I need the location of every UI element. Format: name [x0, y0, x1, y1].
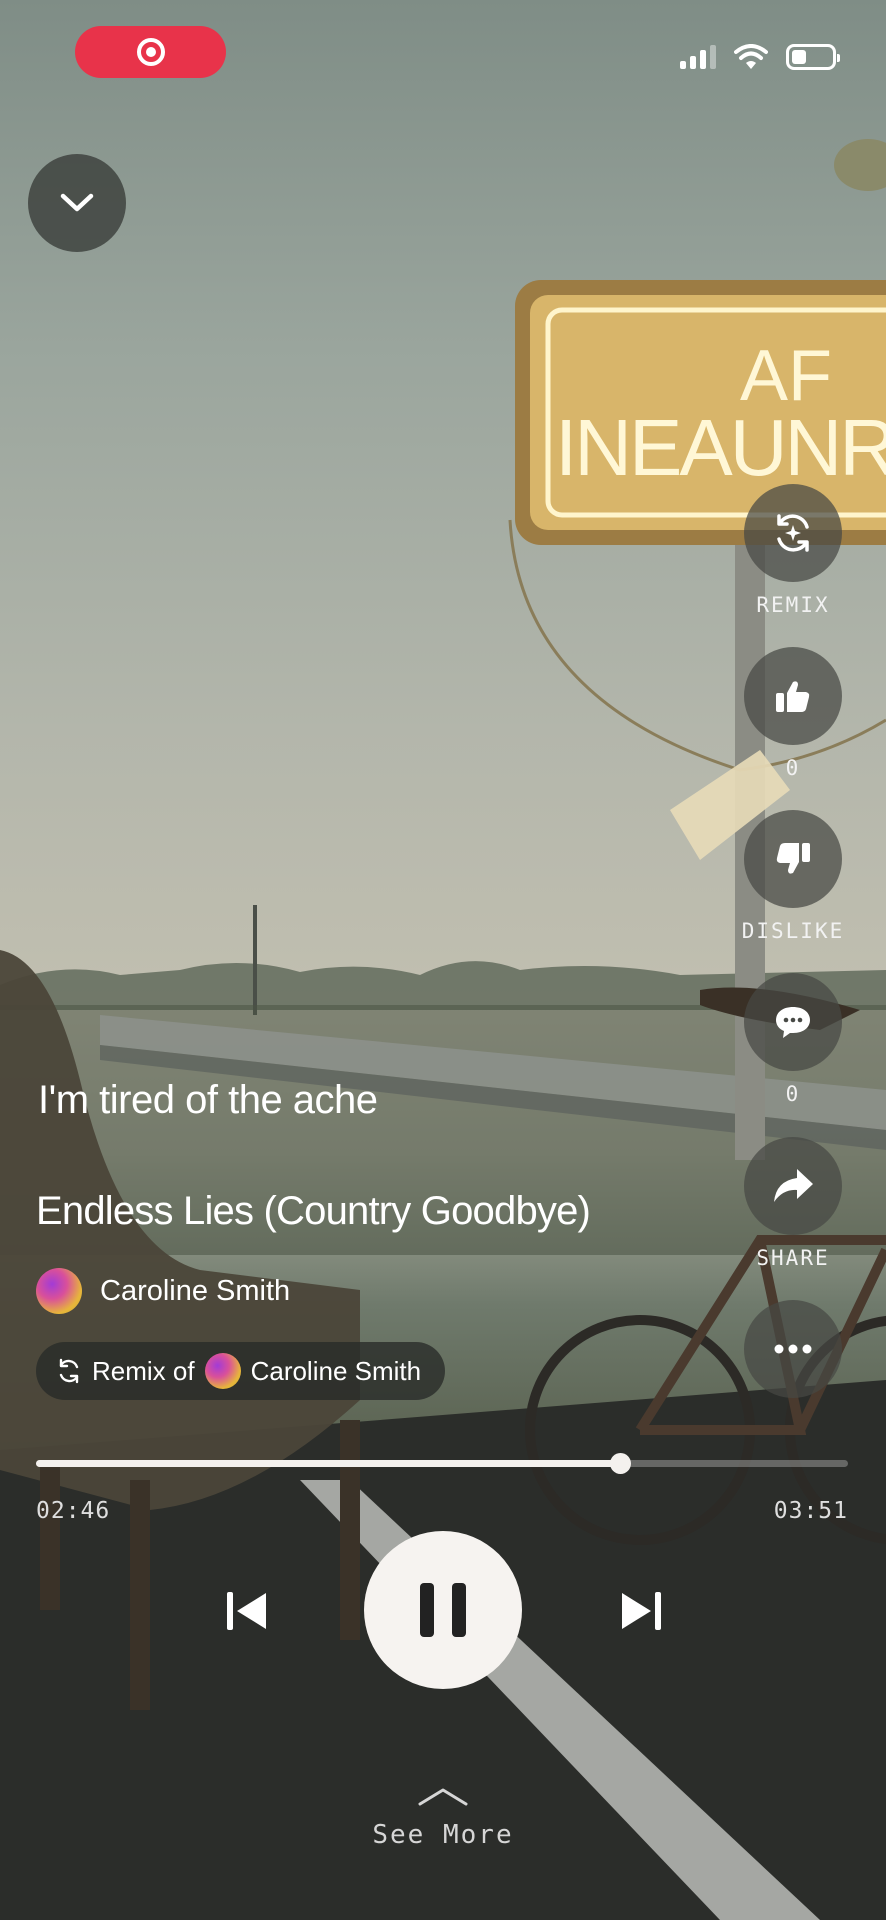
wifi-icon — [734, 44, 768, 69]
remix-icon — [59, 1358, 79, 1384]
screen-recording-indicator[interactable] — [75, 26, 226, 78]
see-more-button[interactable]: See More — [0, 1786, 886, 1850]
remix-label: REMIX — [756, 593, 830, 617]
share-button[interactable] — [744, 1137, 842, 1235]
next-track-button[interactable] — [616, 1588, 666, 1634]
comment-count: 0 — [785, 1082, 801, 1106]
comment-bubble-icon — [776, 1007, 810, 1038]
current-lyric-line: I'm tired of the ache — [38, 1078, 378, 1122]
song-title[interactable]: Endless Lies (Country Goodbye) — [36, 1189, 591, 1234]
elapsed-time: 02:46 — [36, 1498, 111, 1524]
remix-of-chip[interactable]: Remix of Caroline Smith — [36, 1342, 446, 1400]
chevron-down-icon — [60, 193, 94, 212]
pause-icon — [411, 1583, 475, 1637]
more-options-button[interactable] — [744, 1300, 842, 1398]
skip-next-icon — [622, 1592, 661, 1630]
more-dots-icon — [774, 1344, 812, 1354]
chevron-up-icon — [418, 1788, 468, 1806]
pause-button[interactable] — [364, 1531, 522, 1689]
remix-button[interactable] — [744, 484, 842, 582]
progress-fill — [36, 1460, 620, 1467]
svg-text:AF: AF — [740, 336, 832, 416]
playback-progress-bar[interactable] — [36, 1453, 848, 1474]
remix-sparkle-icon — [777, 514, 809, 552]
total-duration: 03:51 — [773, 1498, 848, 1524]
artist-row[interactable]: Caroline Smith — [36, 1268, 290, 1314]
player-screen: AF INEAUNRO — [0, 0, 886, 1920]
share-label: SHARE — [756, 1246, 830, 1270]
record-icon — [136, 38, 165, 66]
battery-icon — [786, 44, 840, 70]
progress-thumb[interactable] — [609, 1453, 631, 1474]
artist-name: Caroline Smith — [100, 1274, 291, 1307]
skip-previous-icon — [227, 1592, 266, 1630]
dislike-button[interactable] — [744, 810, 842, 908]
remix-artist-name: Caroline Smith — [250, 1355, 422, 1386]
dislike-label: DISLIKE — [741, 919, 845, 943]
remix-of-label: Remix of — [92, 1355, 195, 1386]
artist-avatar — [36, 1268, 82, 1314]
share-arrow-icon — [774, 1169, 813, 1202]
cellular-signal-icon — [680, 45, 716, 69]
thumbs-down-icon — [776, 843, 810, 874]
see-more-label: See More — [372, 1820, 514, 1850]
thumbs-up-icon — [776, 681, 810, 712]
previous-track-button[interactable] — [222, 1588, 272, 1634]
svg-text:INEAUNRO: INEAUNRO — [555, 403, 886, 492]
like-button[interactable] — [744, 647, 842, 745]
status-bar-icons — [680, 44, 840, 70]
like-count: 0 — [785, 756, 801, 780]
collapse-player-button[interactable] — [28, 154, 126, 252]
remix-artist-avatar — [204, 1353, 241, 1389]
comment-button[interactable] — [744, 973, 842, 1071]
